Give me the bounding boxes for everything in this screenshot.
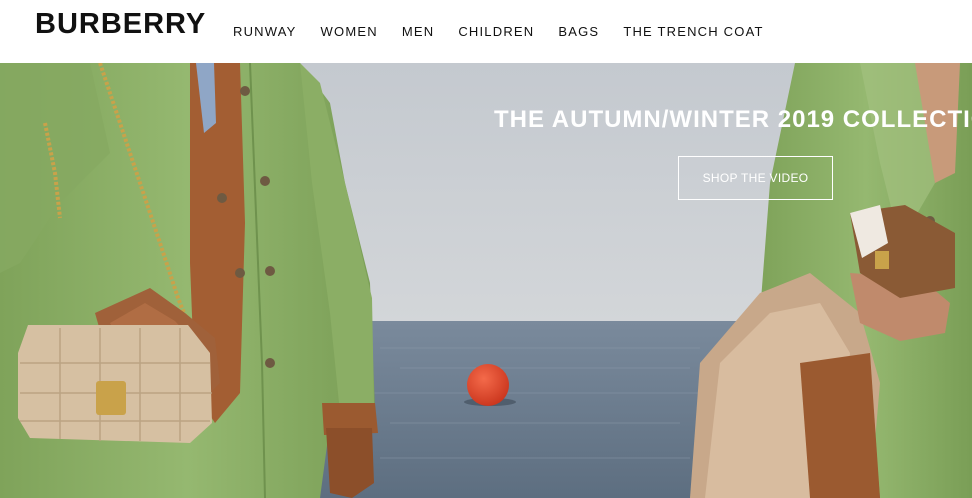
nav-item-children[interactable]: CHILDREN xyxy=(458,24,534,39)
hero-banner[interactable]: THE AUTUMN/WINTER 2019 COLLECTION SHOP T… xyxy=(0,63,972,498)
nav-item-women[interactable]: WOMEN xyxy=(321,24,378,39)
nav-item-bags[interactable]: BAGS xyxy=(558,24,599,39)
hero-title: THE AUTUMN/WINTER 2019 COLLECTION xyxy=(494,106,972,133)
shop-the-video-button[interactable]: SHOP THE VIDEO xyxy=(678,156,833,200)
main-nav: RUNWAY WOMEN MEN CHILDREN BAGS THE TRENC… xyxy=(233,24,788,39)
buoy xyxy=(467,364,509,406)
site-header: BURBERRY RUNWAY WOMEN MEN CHILDREN BAGS … xyxy=(0,0,972,63)
nav-item-runway[interactable]: RUNWAY xyxy=(233,24,297,39)
tb-monogram-clasp xyxy=(96,381,126,415)
burberry-logo[interactable]: BURBERRY xyxy=(35,8,206,41)
nav-item-men[interactable]: MEN xyxy=(402,24,435,39)
nav-item-trench-coat[interactable]: THE TRENCH COAT xyxy=(623,24,763,39)
